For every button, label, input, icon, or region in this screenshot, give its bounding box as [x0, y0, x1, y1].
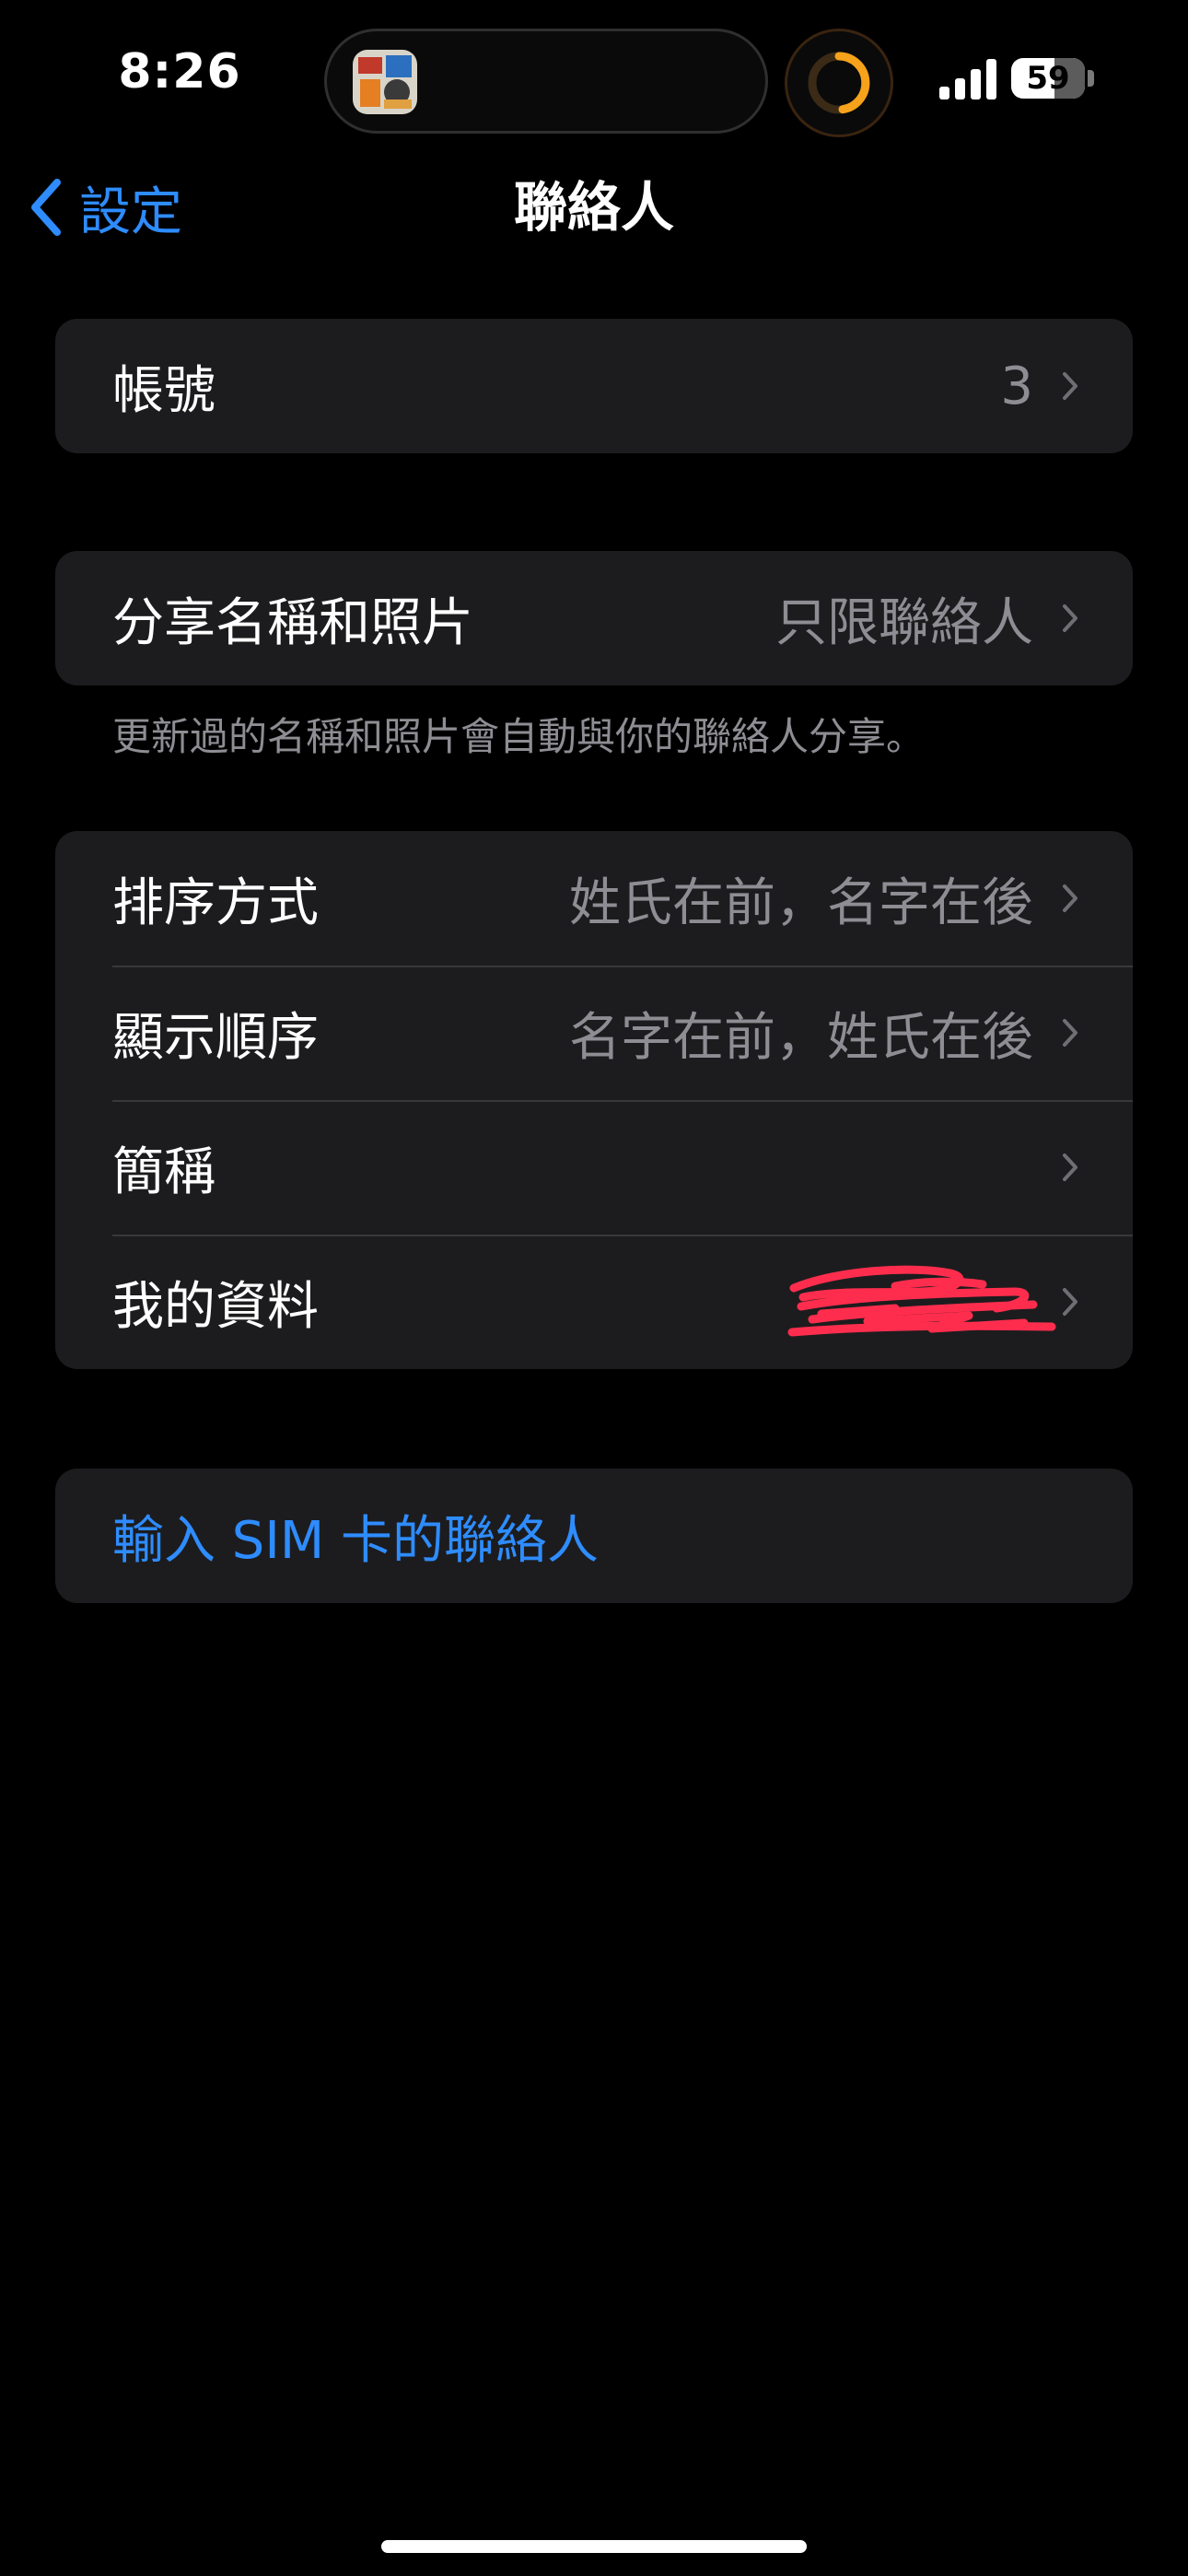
sort-order-value: 姓氏在前，名字在後 [569, 872, 1033, 933]
back-button[interactable]: 設定 [28, 166, 182, 249]
short-name-label: 簡稱 [112, 1142, 215, 1202]
sharing-group: 分享名稱和照片 只限聯絡人 [55, 551, 1133, 685]
sim-import-group: 輸入 SIM 卡的聯絡人 [55, 1469, 1133, 1603]
accounts-label: 帳號 [112, 360, 215, 421]
chevron-right-icon [1063, 1153, 1077, 1181]
chevron-right-icon [1063, 604, 1077, 632]
back-button-label: 設定 [79, 181, 182, 242]
display-order-row[interactable]: 顯示順序 名字在前，姓氏在後 [55, 966, 1133, 1100]
chevron-right-icon [1063, 1019, 1077, 1047]
display-order-label: 顯示順序 [112, 1007, 319, 1068]
battery-icon: 59 [1011, 58, 1085, 99]
app-thumbnail-icon[interactable] [353, 50, 417, 114]
battery-level: 59 [1026, 60, 1070, 97]
home-indicator[interactable] [381, 2540, 807, 2553]
accounts-row[interactable]: 帳號 3 [55, 319, 1133, 453]
activity-ring-icon[interactable] [785, 29, 893, 137]
share-name-photo-value: 只限聯絡人 [775, 592, 1033, 653]
import-sim-contacts-button[interactable]: 輸入 SIM 卡的聯絡人 [55, 1469, 1133, 1603]
sort-order-row[interactable]: 排序方式 姓氏在前，名字在後 [55, 831, 1133, 966]
signal-bars-icon [939, 59, 998, 100]
chevron-right-icon [1063, 1288, 1077, 1316]
display-options-group: 排序方式 姓氏在前，名字在後 顯示順序 名字在前，姓氏在後 簡稱 我的資料 [55, 831, 1133, 1369]
my-info-row[interactable]: 我的資料 [55, 1235, 1133, 1369]
accounts-count: 3 [1000, 356, 1033, 416]
my-info-label: 我的資料 [112, 1276, 319, 1337]
import-sim-contacts-label: 輸入 SIM 卡的聯絡人 [112, 1510, 599, 1571]
chevron-left-icon [31, 179, 61, 236]
battery-tip [1088, 70, 1094, 87]
chevron-right-icon [1063, 884, 1077, 912]
short-name-row[interactable]: 簡稱 [55, 1100, 1133, 1235]
accounts-group: 帳號 3 [55, 319, 1133, 453]
share-name-photo-row[interactable]: 分享名稱和照片 只限聯絡人 [55, 551, 1133, 685]
share-name-photo-label: 分享名稱和照片 [112, 592, 473, 653]
dynamic-island[interactable] [324, 29, 768, 134]
status-time: 8:26 [118, 44, 241, 100]
redaction-scribble [787, 1265, 1056, 1337]
sort-order-label: 排序方式 [112, 872, 319, 933]
chevron-right-icon [1063, 372, 1077, 400]
sharing-footer-note: 更新過的名稱和照片會自動與你的聯絡人分享。 [112, 714, 926, 759]
display-order-value: 名字在前，姓氏在後 [569, 1007, 1033, 1068]
